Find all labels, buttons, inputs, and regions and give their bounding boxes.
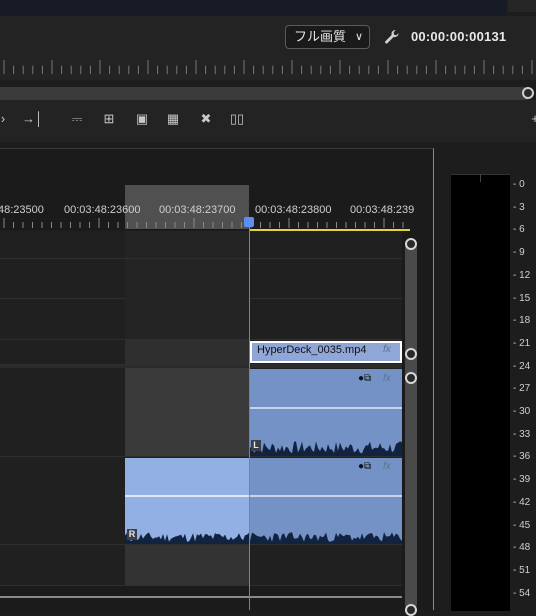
work-area-shade [125, 231, 249, 258]
timeline-vertical-scrollbar[interactable] [405, 242, 417, 610]
channel-badge: L [251, 440, 261, 451]
ruler-label: 00:03:48:23800 [255, 204, 332, 216]
audio-waveform [125, 532, 249, 544]
fx-badge: fx [383, 461, 391, 472]
meter-scale-label: - 18 [513, 315, 531, 327]
scroll-knob[interactable] [405, 372, 417, 384]
meter-scale-label: - 48 [513, 542, 531, 554]
multi-cam-icon[interactable]: ▦ [164, 111, 182, 127]
extract-icon[interactable]: ⊞ [100, 111, 118, 127]
monitor-zoom-scrollbar[interactable] [0, 87, 528, 100]
video-clip-name: HyperDeck_0035.mp4 [257, 344, 367, 356]
scroll-knob[interactable] [405, 238, 417, 250]
panel-corner [508, 0, 536, 12]
lift-icon[interactable]: ⎓ [68, 111, 86, 127]
playhead-handle[interactable] [244, 217, 254, 227]
meter-scale-label: - 3 [513, 201, 525, 213]
ruler-label: 00:03:48:23700 [159, 204, 236, 216]
audio-waveform [250, 441, 402, 456]
meter-scale-label: - 9 [513, 247, 525, 259]
volume-rubber-band[interactable] [250, 495, 402, 497]
meter-scale-label: - 30 [513, 406, 531, 417]
camera-icon[interactable]: ▣ [133, 111, 151, 127]
wrench-icon[interactable] [383, 28, 401, 46]
comparison-icon[interactable]: ▯▯ [228, 111, 246, 127]
meter-scale-label: - 42 [513, 496, 531, 508]
insert-edit-icon[interactable]: →│ [22, 111, 43, 127]
add-button-icon[interactable]: + [526, 111, 536, 127]
program-monitor-frame [0, 0, 506, 16]
meter-scale-label: - 6 [513, 224, 525, 236]
step-forward-icon[interactable]: › [0, 111, 12, 127]
ruler-label: 48:23500 [0, 204, 44, 216]
meter-scale-label: - 54 [513, 587, 531, 599]
audio-clip-right[interactable] [250, 458, 402, 544]
ruler-label: 00:03:48:239 [350, 204, 415, 216]
scroll-knob[interactable] [405, 348, 417, 360]
meter-scale-label: - 21 [513, 337, 531, 349]
playback-resolution-dropdown[interactable]: フル画質 ∨ [285, 25, 370, 49]
meter-scale-label: - 45 [513, 519, 531, 531]
meter-scale-label: - 0 [513, 179, 525, 190]
playhead-timecode[interactable]: 00:00:00:00131 [411, 29, 506, 44]
audio-clip-left[interactable] [250, 369, 402, 456]
meter-scale-label: - 12 [513, 269, 531, 281]
scroll-knob[interactable] [405, 604, 417, 616]
volume-rubber-band[interactable] [250, 407, 402, 409]
work-area-shade [125, 545, 249, 585]
fx-badge: fx [383, 344, 391, 355]
audio-waveform [250, 532, 402, 544]
voice-icon: ●⧉ [358, 373, 372, 384]
quality-label: フル画質 [294, 29, 347, 44]
meter-scale-label: - 27 [513, 383, 531, 395]
work-area-shade [125, 368, 249, 456]
chevron-down-icon: ∨ [354, 31, 363, 43]
meter-scale-label: - 39 [513, 474, 531, 486]
audio-clip-right-selected[interactable] [125, 458, 249, 544]
ruler-label: 00:03:48:23600 [64, 204, 141, 216]
meter-scale-label: - 36 [513, 451, 531, 463]
meter-scale-label: - 51 [513, 564, 531, 576]
audio-meter [451, 174, 510, 611]
channel-badge: R [127, 529, 137, 540]
meter-scale-label: - 33 [513, 428, 531, 440]
fx-badge: fx [383, 373, 391, 384]
vr-icon[interactable]: ✖ [197, 111, 215, 127]
track-bottom-divider [0, 596, 402, 598]
work-area-shade [125, 340, 249, 364]
meter-scale-label: - 24 [513, 360, 531, 372]
playhead-line[interactable] [249, 217, 250, 610]
monitor-time-ruler[interactable] [0, 60, 536, 80]
volume-rubber-band[interactable] [125, 495, 249, 497]
voice-icon: ●⧉ [358, 461, 372, 472]
meter-channel-divider [480, 174, 481, 182]
meter-scale-label: - 15 [513, 292, 531, 304]
zoom-scroll-handle[interactable] [522, 87, 534, 99]
work-area-shade [125, 259, 249, 339]
